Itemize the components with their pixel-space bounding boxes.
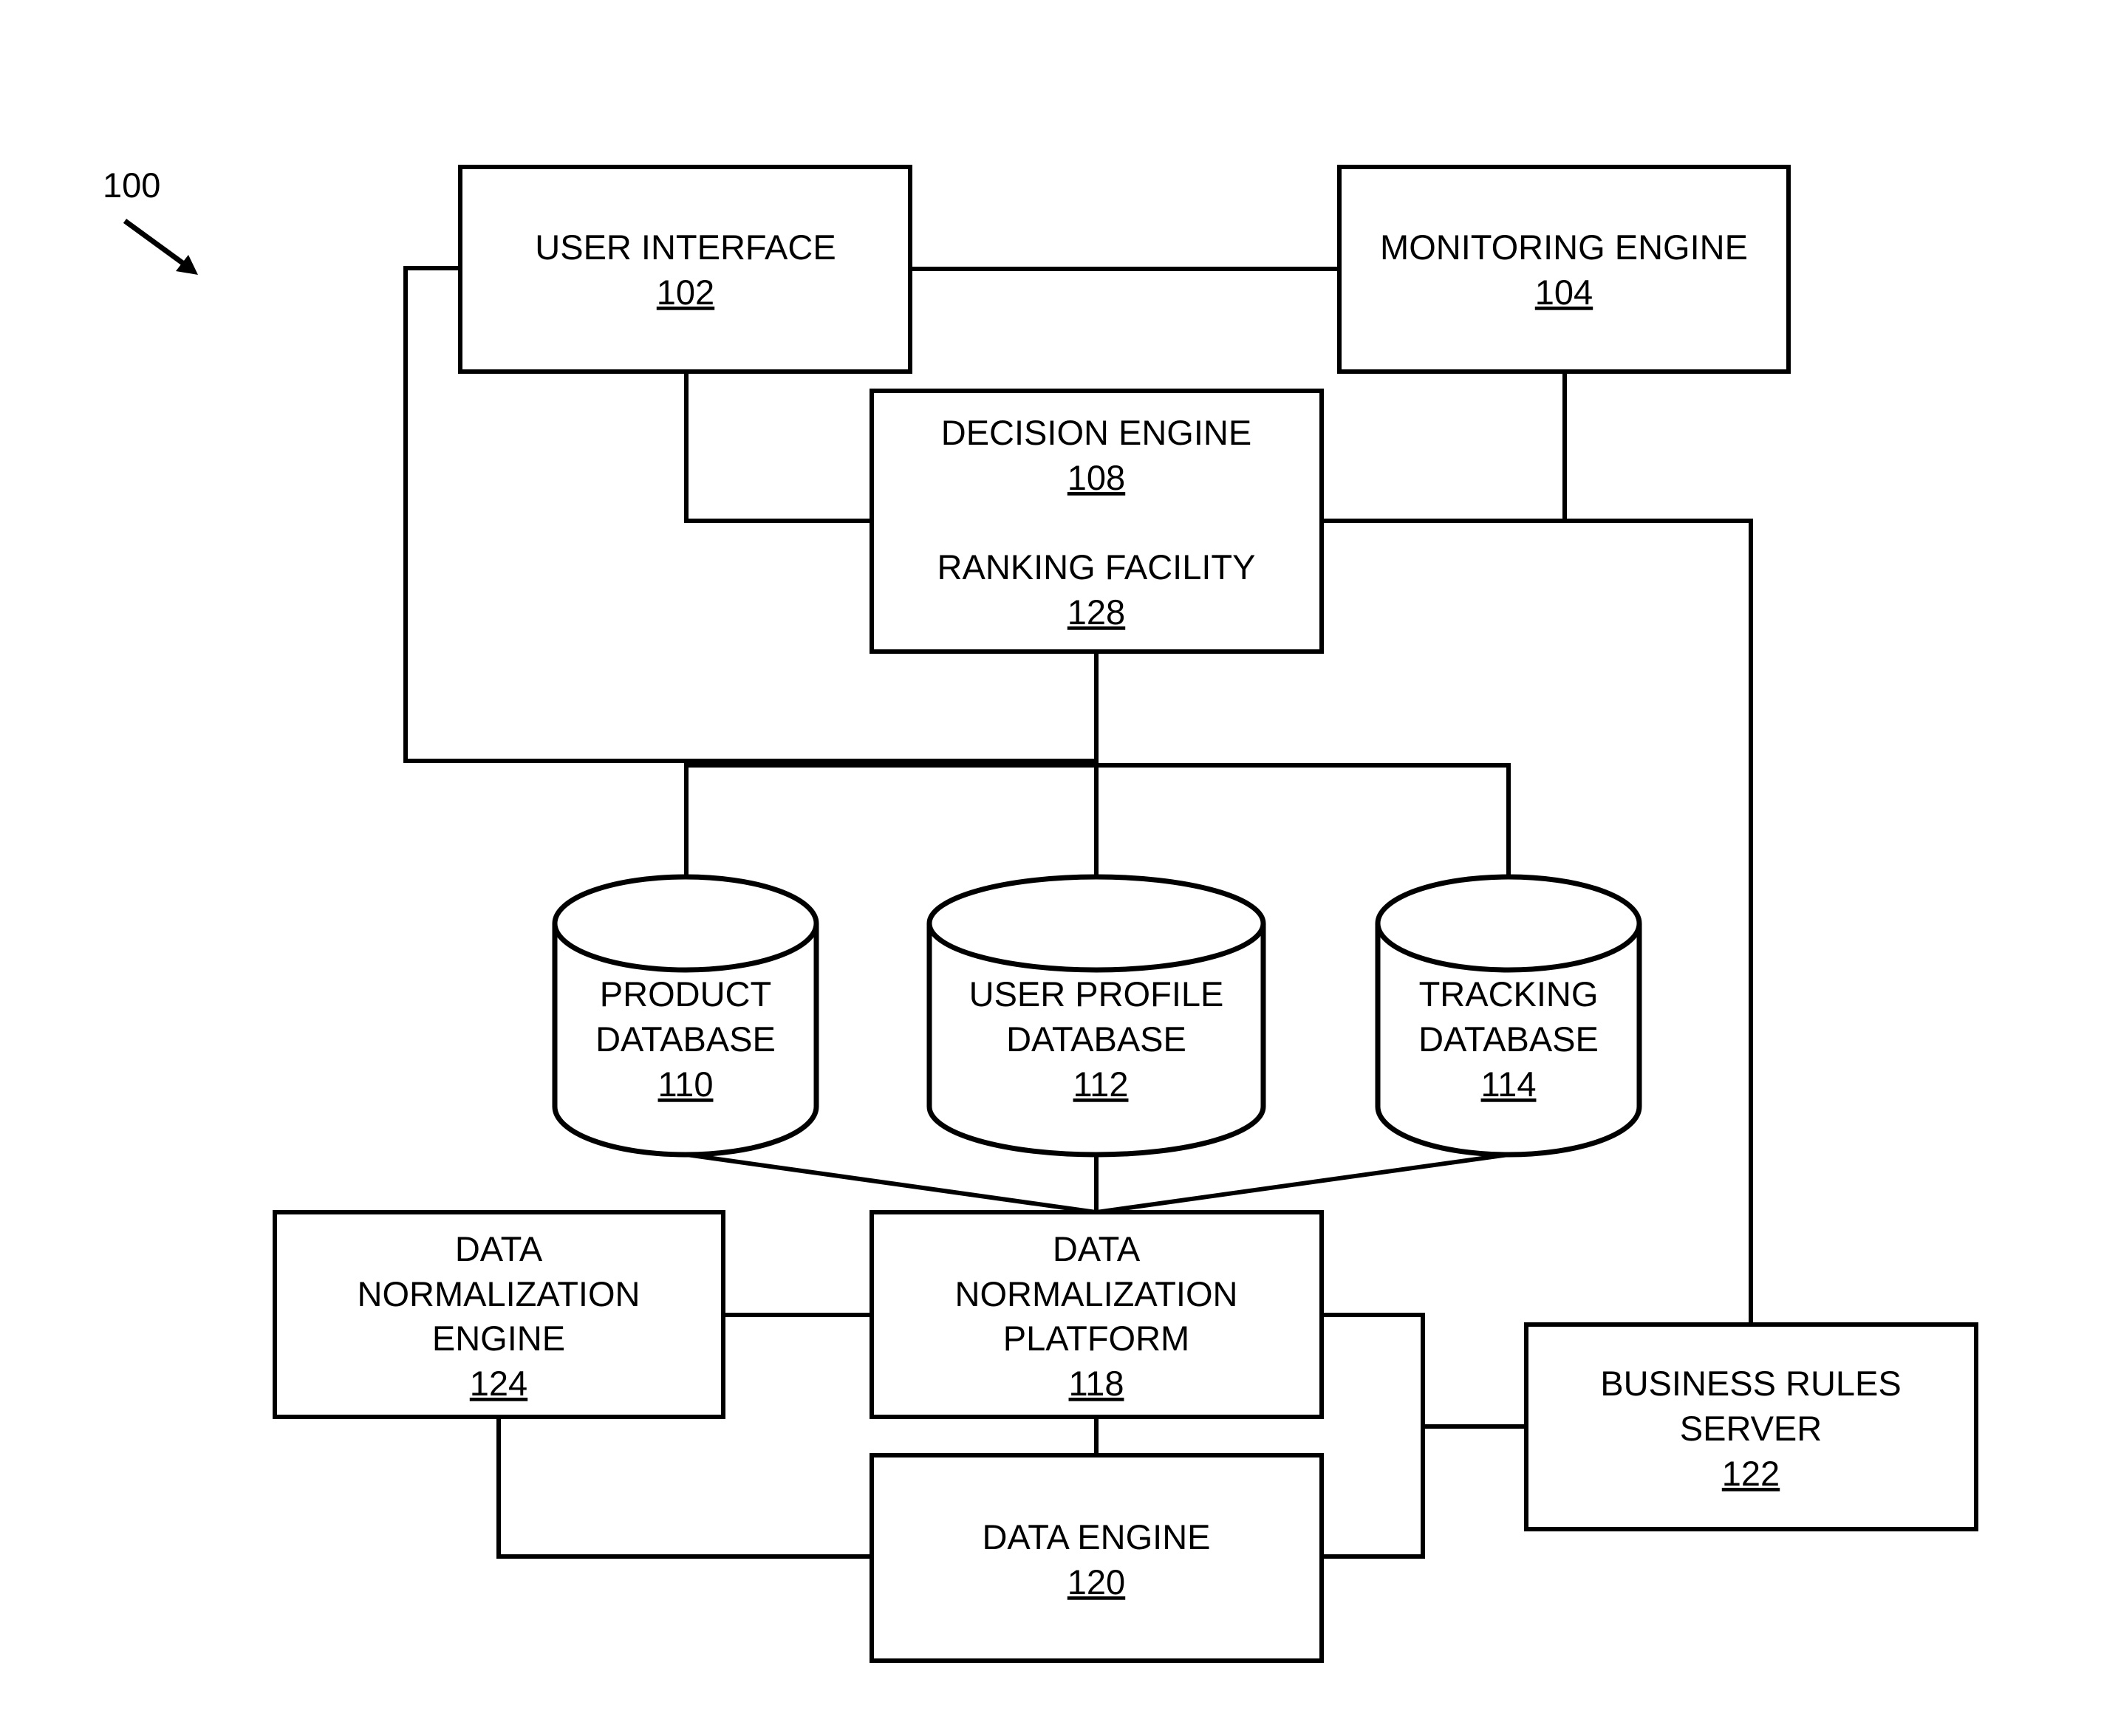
decision-engine-title: DECISION ENGINE [941, 413, 1251, 452]
system-diagram: 100 USER INTERFACE 102 MONITORING ENGINE… [103, 165, 1978, 1663]
monitoring-engine-title: MONITORING ENGINE [1380, 228, 1748, 267]
data-engine-title: DATA ENGINE [982, 1517, 1210, 1556]
figure-reference-arrow [123, 219, 198, 275]
user-interface-ref: 102 [657, 273, 714, 312]
ranking-facility-title: RANKING FACILITY [937, 547, 1256, 587]
data-normalization-engine-title-2: NORMALIZATION [358, 1274, 640, 1313]
decision-engine-box[interactable]: DECISION ENGINE 108 RANKING FACILITY 128 [870, 389, 1324, 654]
business-rules-server-ref: 122 [1722, 1454, 1780, 1493]
tracking-database-cylinder[interactable]: TRACKING DATABASE 114 [1375, 874, 1642, 1158]
business-rules-server-title-1: BUSINESS RULES [1600, 1364, 1901, 1403]
data-normalization-platform-title-3: PLATFORM [1003, 1319, 1189, 1358]
product-database-title-1: PRODUCT [600, 974, 771, 1014]
user-profile-database-ref: 112 [1073, 1065, 1129, 1104]
data-normalization-platform-title-1: DATA [1053, 1229, 1141, 1268]
data-engine-box[interactable]: DATA ENGINE 120 [870, 1453, 1324, 1663]
tracking-database-ref: 114 [1481, 1065, 1537, 1104]
figure-reference-label: 100 [103, 165, 160, 205]
wire-tracking-dnp [1093, 1152, 1511, 1215]
data-normalization-engine-title-3: ENGINE [432, 1319, 565, 1358]
data-engine-ref: 120 [1067, 1562, 1125, 1602]
business-rules-server-box[interactable]: BUSINESS RULES SERVER 122 [1524, 1322, 1978, 1531]
data-normalization-platform-ref: 118 [1069, 1364, 1124, 1403]
product-database-cylinder[interactable]: PRODUCT DATABASE 110 [552, 874, 819, 1158]
wire-dnp-de-right [1319, 1313, 1425, 1559]
data-normalization-engine-ref: 124 [470, 1364, 527, 1403]
data-normalization-platform-title-2: NORMALIZATION [955, 1274, 1238, 1313]
user-profile-database-title-1: USER PROFILE [969, 974, 1224, 1014]
user-profile-database-title-2: DATABASE [1006, 1019, 1186, 1059]
product-database-title-2: DATABASE [595, 1019, 776, 1059]
decision-engine-ref: 108 [1067, 458, 1125, 497]
tracking-database-title-2: DATABASE [1418, 1019, 1599, 1059]
tracking-database-title-1: TRACKING [1419, 974, 1599, 1014]
data-normalization-platform-box[interactable]: DATA NORMALIZATION PLATFORM 118 [870, 1210, 1324, 1419]
wire-product-dnp [683, 1152, 1099, 1215]
monitoring-engine-box[interactable]: MONITORING ENGINE 104 [1337, 165, 1791, 374]
user-profile-database-cylinder[interactable]: USER PROFILE DATABASE 112 [926, 874, 1266, 1158]
data-normalization-engine-box[interactable]: DATA NORMALIZATION ENGINE 124 [273, 1210, 725, 1419]
monitoring-engine-ref: 104 [1535, 273, 1593, 312]
ranking-facility-ref: 128 [1067, 592, 1125, 632]
data-normalization-engine-title-1: DATA [455, 1229, 543, 1268]
wire-ui-decision [684, 369, 874, 523]
wire-dne-de [496, 1415, 874, 1559]
user-interface-title: USER INTERFACE [535, 228, 836, 267]
user-interface-box[interactable]: USER INTERFACE 102 [458, 165, 912, 374]
business-rules-server-title-2: SERVER [1680, 1409, 1822, 1448]
product-database-ref: 110 [658, 1065, 714, 1104]
